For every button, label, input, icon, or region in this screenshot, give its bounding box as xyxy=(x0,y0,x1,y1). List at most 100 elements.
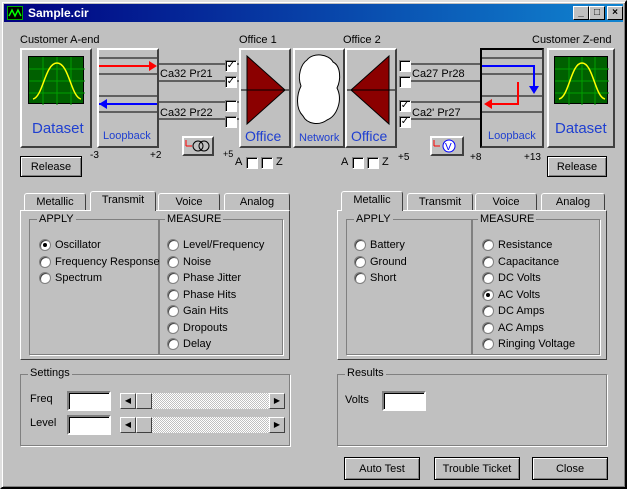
office2-text: Office xyxy=(351,128,388,144)
volts-label: Volts xyxy=(345,394,369,406)
level-office1: +5 xyxy=(223,149,234,159)
customer-z-label: Customer Z-end xyxy=(532,34,612,46)
radio-ringing-voltage[interactable] xyxy=(482,338,494,350)
freq-scroll-left-icon[interactable]: ◀ xyxy=(120,393,136,409)
left-tab-transmit[interactable]: Transmit xyxy=(90,191,156,211)
freq-slider-thumb[interactable] xyxy=(136,393,152,409)
pair-left-1-check-b[interactable]: ✓ xyxy=(225,76,237,88)
label-ringing-voltage: Ringing Voltage xyxy=(498,338,576,350)
dataset-a[interactable]: Dataset xyxy=(20,48,92,148)
network[interactable]: Network xyxy=(293,48,345,148)
dataset-z-label: Dataset xyxy=(555,120,607,137)
radio-dc-volts[interactable] xyxy=(482,272,494,284)
level-scroll-left-icon[interactable]: ◀ xyxy=(120,417,136,433)
right-apply-group xyxy=(346,219,472,355)
az-a-office2: A xyxy=(341,156,349,168)
pair-left-2-check-a[interactable] xyxy=(225,100,237,112)
radio-resistance[interactable] xyxy=(482,239,494,251)
right-tab-metallic[interactable]: Metallic xyxy=(341,191,403,211)
left-tab-voice[interactable]: Voice xyxy=(158,193,220,211)
level-slider[interactable]: ◀ ▶ xyxy=(120,417,285,433)
release-z-button[interactable]: Release xyxy=(547,156,607,177)
radio-level-frequency[interactable] xyxy=(167,239,179,251)
loopback-a[interactable]: Loopback xyxy=(97,48,159,148)
radio-dropouts[interactable] xyxy=(167,322,179,334)
office2-a-check[interactable] xyxy=(352,157,364,169)
radio-oscillator[interactable] xyxy=(39,239,51,251)
right-tab-transmit[interactable]: Transmit xyxy=(407,193,473,211)
radio-phase-hits[interactable] xyxy=(167,289,179,301)
az-a-office1: A xyxy=(235,156,243,168)
freq-slider[interactable]: ◀ ▶ xyxy=(120,393,285,409)
freq-input[interactable] xyxy=(67,391,111,411)
office2-z-check[interactable] xyxy=(367,157,379,169)
office1[interactable]: Office xyxy=(239,48,291,148)
label-short: Short xyxy=(370,272,397,284)
scope-z-icon xyxy=(554,56,609,105)
customer-a-label: Customer A-end xyxy=(20,34,100,46)
level-slider-thumb[interactable] xyxy=(136,417,152,433)
label-spectrum: Spectrum xyxy=(55,272,103,284)
loopback-a-arrows-icon xyxy=(99,57,157,113)
az-z-office1: Z xyxy=(276,156,283,168)
radio-frequency-response[interactable] xyxy=(39,256,51,268)
right-tab-analog[interactable]: Analog xyxy=(541,193,605,211)
close-button[interactable]: Close xyxy=(532,457,608,480)
maximize-button[interactable]: □ xyxy=(589,6,605,20)
radio-spectrum[interactable] xyxy=(39,272,51,284)
loopback-z-arrows-icon xyxy=(482,57,542,113)
radio-gain-hits[interactable] xyxy=(167,305,179,317)
radio-ground[interactable] xyxy=(354,256,366,268)
label-capacitance: Capacitance xyxy=(498,256,560,268)
network-cloud-icon xyxy=(297,54,341,124)
oscillator-a-button[interactable] xyxy=(182,136,214,156)
radio-dc-amps[interactable] xyxy=(482,305,494,317)
settings-group xyxy=(20,374,290,446)
close-window-button[interactable]: × xyxy=(607,6,623,20)
results-group xyxy=(337,374,607,446)
right-tab-panel: APPLY MEASURE Battery Ground Short Resis… xyxy=(337,210,607,360)
label-level-frequency: Level/Frequency xyxy=(183,239,265,251)
pair-right-2-check-b[interactable]: ✓ xyxy=(399,116,411,128)
radio-capacitance[interactable] xyxy=(482,256,494,268)
radio-short[interactable] xyxy=(354,272,366,284)
office1-a-check[interactable] xyxy=(246,157,258,169)
right-tab-voice[interactable]: Voice xyxy=(475,193,537,211)
label-noise: Noise xyxy=(183,256,212,268)
pair-left-2-check-b[interactable] xyxy=(225,116,237,128)
left-measure-title: MEASURE xyxy=(165,213,224,225)
minimize-button[interactable]: _ xyxy=(573,6,589,20)
release-a-button[interactable]: Release xyxy=(20,156,82,177)
pair-right-1-check-a[interactable] xyxy=(399,60,411,72)
left-tab-analog[interactable]: Analog xyxy=(224,193,290,211)
left-tab-metallic[interactable]: Metallic xyxy=(24,193,86,211)
radio-battery[interactable] xyxy=(354,239,366,251)
radio-delay[interactable] xyxy=(167,338,179,350)
office2[interactable]: Office xyxy=(345,48,397,148)
office1-triangle-icon xyxy=(241,54,289,126)
level-scroll-right-icon[interactable]: ▶ xyxy=(269,417,285,433)
voltmeter-z-button[interactable]: V xyxy=(430,136,464,156)
radio-ac-volts[interactable] xyxy=(482,289,494,301)
volts-output xyxy=(382,391,426,411)
pair-left-1-check-a[interactable]: ✓ xyxy=(225,60,237,72)
scope-a-icon xyxy=(28,56,85,105)
title-bar: Sample.cir _ □ × xyxy=(4,4,623,22)
dataset-z[interactable]: Dataset xyxy=(547,48,615,148)
auto-test-button[interactable]: Auto Test xyxy=(344,457,420,480)
radio-ac-amps[interactable] xyxy=(482,322,494,334)
pair-right-2-check-a[interactable]: ✓ xyxy=(399,100,411,112)
results-title: Results xyxy=(345,367,386,379)
label-dc-volts: DC Volts xyxy=(498,272,541,284)
loopback-z-label: Loopback xyxy=(488,130,536,142)
loopback-z[interactable]: Loopback xyxy=(480,48,544,148)
trouble-ticket-button[interactable]: Trouble Ticket xyxy=(434,457,520,480)
pair-right-1-check-b[interactable] xyxy=(399,76,411,88)
level-input[interactable] xyxy=(67,415,111,435)
radio-noise[interactable] xyxy=(167,256,179,268)
level-label: Level xyxy=(30,417,57,429)
office1-z-check[interactable] xyxy=(261,157,273,169)
radio-phase-jitter[interactable] xyxy=(167,272,179,284)
freq-scroll-right-icon[interactable]: ▶ xyxy=(269,393,285,409)
oscillator-icon xyxy=(185,140,210,152)
